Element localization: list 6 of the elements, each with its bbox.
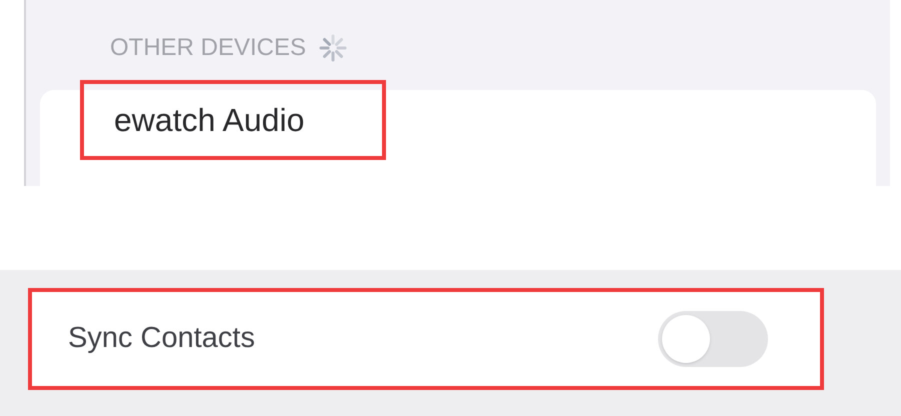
section-header: OTHER DEVICES	[110, 33, 306, 63]
device-row[interactable]: ewatch Audio	[80, 80, 386, 160]
device-name: ewatch Audio	[114, 101, 304, 140]
setting-label: Sync Contacts	[68, 321, 255, 356]
settings-row[interactable]: Sync Contacts	[28, 288, 824, 390]
loading-spinner-icon	[318, 33, 348, 63]
